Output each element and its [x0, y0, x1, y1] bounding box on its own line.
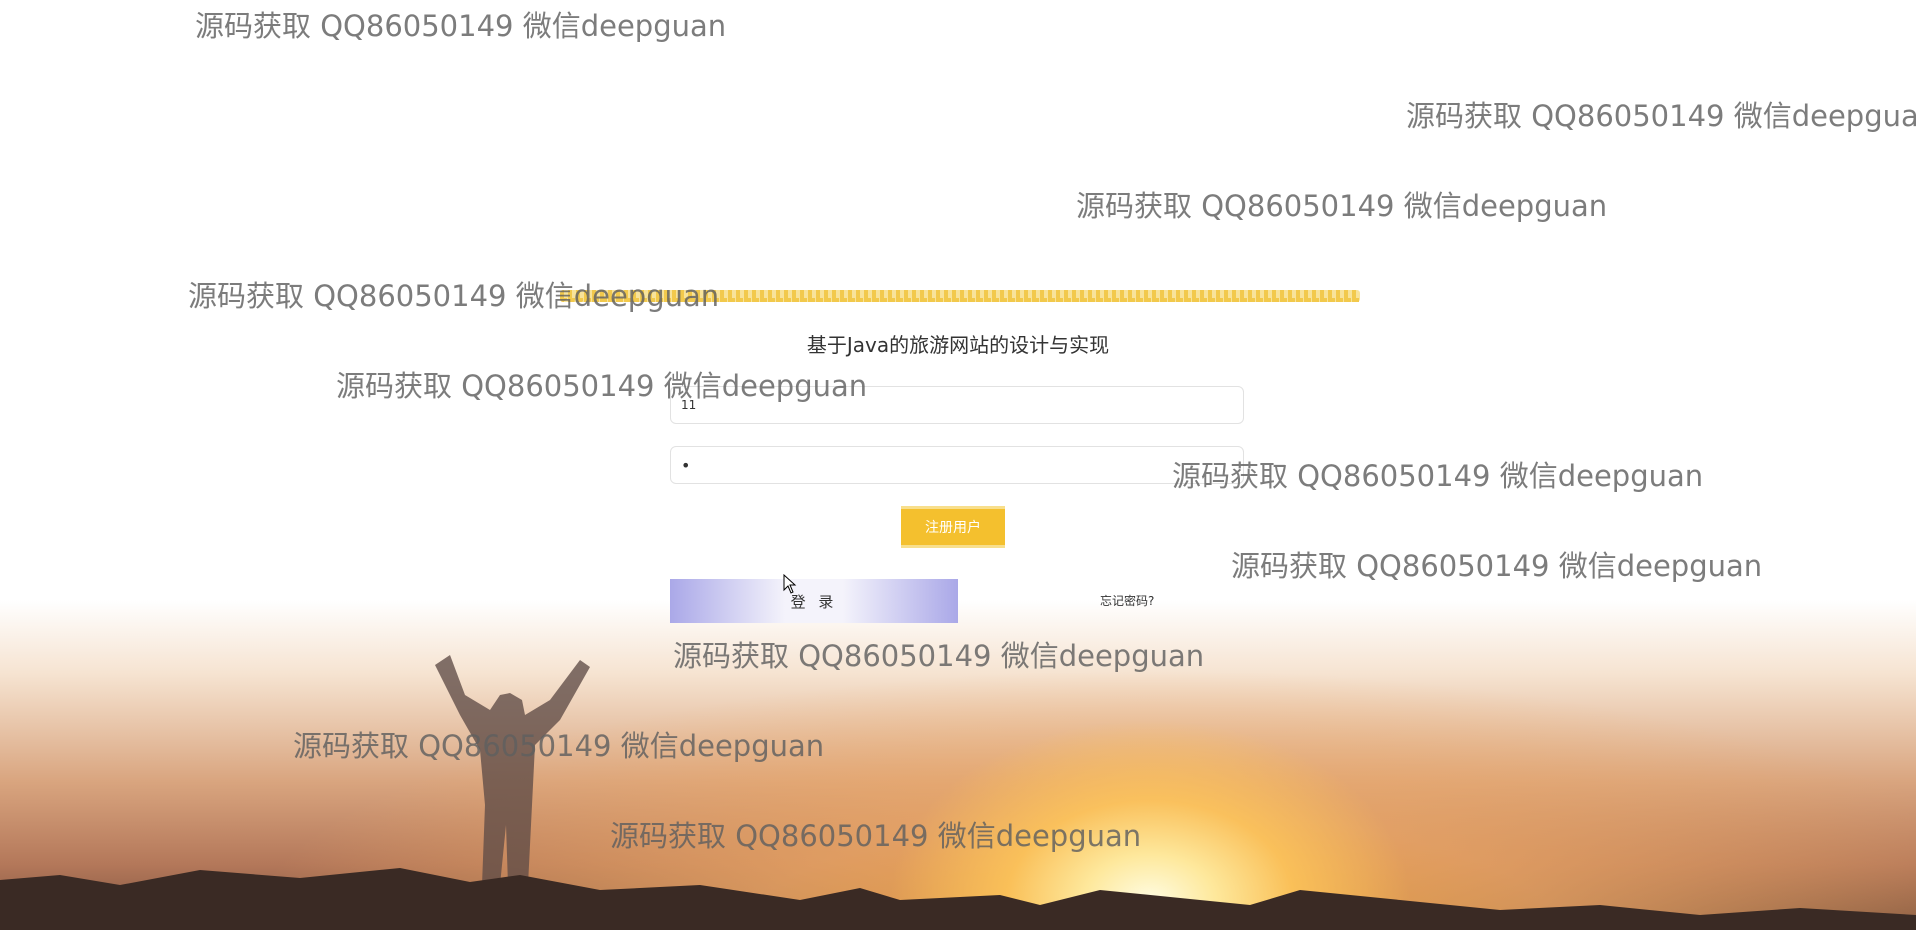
forgot-password-link[interactable]: 忘记密码? [1100, 592, 1154, 609]
username-input[interactable] [670, 386, 1244, 424]
register-button[interactable]: 注册用户 [901, 506, 1005, 548]
watermark-text: 源码获取 QQ86050149 微信deepguan [195, 9, 727, 43]
watermark-text: 源码获取 QQ86050149 微信deepguan [1231, 549, 1763, 583]
watermark-text: 源码获取 QQ86050149 微信deepguan [1406, 99, 1916, 133]
watermark-text: 源码获取 QQ86050149 微信deepguan [1172, 459, 1704, 493]
password-input[interactable] [670, 446, 1244, 484]
mouse-cursor-icon [783, 574, 797, 594]
decorative-fringe [560, 290, 1360, 302]
page-title: 基于Java的旅游网站的设计与实现 [806, 333, 1110, 357]
login-page: 基于Java的旅游网站的设计与实现 注册用户 登 录 忘记密码? 源码获取 QQ… [0, 0, 1916, 930]
watermark-text: 源码获取 QQ86050149 微信deepguan [1076, 189, 1608, 223]
mountain-silhouette [0, 868, 1916, 930]
login-button[interactable]: 登 录 [670, 579, 958, 623]
person-silhouette [435, 655, 590, 885]
